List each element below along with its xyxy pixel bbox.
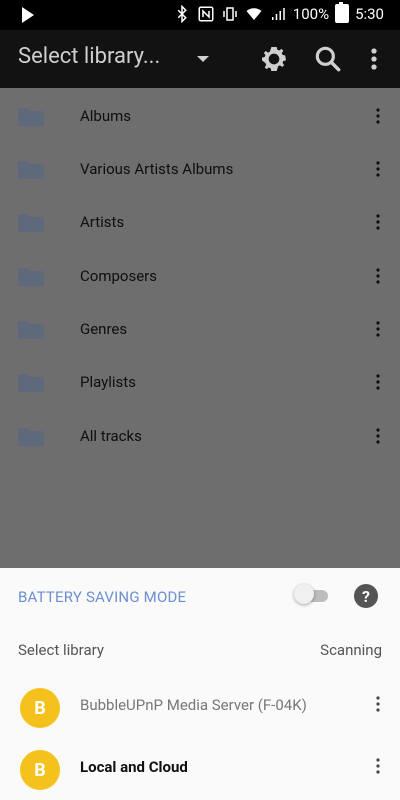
more-vert-icon[interactable] (374, 321, 382, 337)
app-bar: Select library... (0, 30, 400, 88)
more-vert-icon[interactable] (374, 374, 382, 390)
media-server-item[interactable]: B Local and Cloud (0, 742, 400, 794)
folder-icon (18, 214, 44, 232)
folder-icon (18, 428, 44, 446)
signal-icon (271, 7, 285, 20)
list-item[interactable]: Albums (0, 90, 400, 142)
list-item-label: Composers (80, 267, 157, 285)
bubbleupnp-logo-icon: B (20, 750, 60, 790)
toggle-thumb (294, 584, 314, 604)
battery-icon (335, 2, 350, 23)
media-server-name: Local and Cloud (80, 758, 188, 776)
scanning-status: Scanning (320, 641, 382, 659)
list-item-label: All tracks (80, 427, 142, 445)
folder-icon (18, 268, 44, 286)
more-vert-icon[interactable] (374, 108, 382, 124)
library-selector-title[interactable]: Select library... (18, 44, 160, 69)
help-symbol: ? (362, 586, 370, 606)
list-item[interactable]: All tracks (0, 410, 400, 462)
media-server-name: BubbleUPnP Media Server (F-04K) (80, 696, 307, 714)
bluetooth-icon (177, 4, 187, 23)
more-vert-icon[interactable] (358, 43, 390, 75)
more-vert-icon[interactable] (374, 214, 382, 230)
more-vert-icon[interactable] (374, 696, 382, 712)
more-vert-icon[interactable] (374, 268, 382, 284)
list-item-label: Genres (80, 320, 128, 338)
play-icon (22, 7, 34, 23)
more-vert-icon[interactable] (374, 161, 382, 177)
wifi-icon (246, 7, 262, 20)
library-list: Albums Various Artists Albums Artists Co… (0, 88, 400, 568)
search-icon[interactable] (312, 43, 344, 75)
bubbleupnp-logo-icon: B (20, 688, 60, 728)
media-server-item[interactable]: B BubbleUPnP Media Server (F-04K) (0, 680, 400, 732)
folder-icon (18, 161, 44, 179)
vibrate-icon (223, 6, 237, 21)
folder-icon (18, 108, 44, 126)
list-item[interactable]: Various Artists Albums (0, 143, 400, 195)
more-vert-icon[interactable] (374, 758, 382, 774)
battery-saving-toggle[interactable] (294, 584, 330, 604)
logo-letter: B (34, 697, 46, 719)
list-item[interactable]: Genres (0, 303, 400, 355)
list-item-label: Albums (80, 107, 132, 125)
folder-icon (18, 321, 44, 339)
list-item[interactable]: Playlists (0, 356, 400, 408)
select-library-label: Select library (18, 641, 104, 659)
more-vert-icon[interactable] (374, 428, 382, 444)
battery-percent: 100% (292, 4, 330, 23)
list-item-label: Playlists (80, 373, 136, 391)
logo-letter: B (34, 759, 46, 781)
folder-icon (18, 374, 44, 392)
list-item[interactable]: Composers (0, 250, 400, 302)
nfc-icon (198, 6, 214, 21)
gear-icon[interactable] (258, 43, 290, 75)
list-item-label: Various Artists Albums (80, 160, 234, 178)
status-bar: 100% 5:30 (0, 0, 400, 30)
clock: 5:30 (355, 4, 384, 23)
battery-saving-mode-label[interactable]: BATTERY SAVING MODE (18, 588, 186, 606)
list-item[interactable]: Artists (0, 196, 400, 248)
status-icons: 100% 5:30 (173, 2, 384, 23)
help-icon[interactable]: ? (354, 584, 378, 608)
list-item-label: Artists (80, 213, 125, 231)
chevron-down-icon[interactable] (197, 56, 209, 62)
library-bottom-sheet: BATTERY SAVING MODE ? Select library Sca… (0, 568, 400, 800)
